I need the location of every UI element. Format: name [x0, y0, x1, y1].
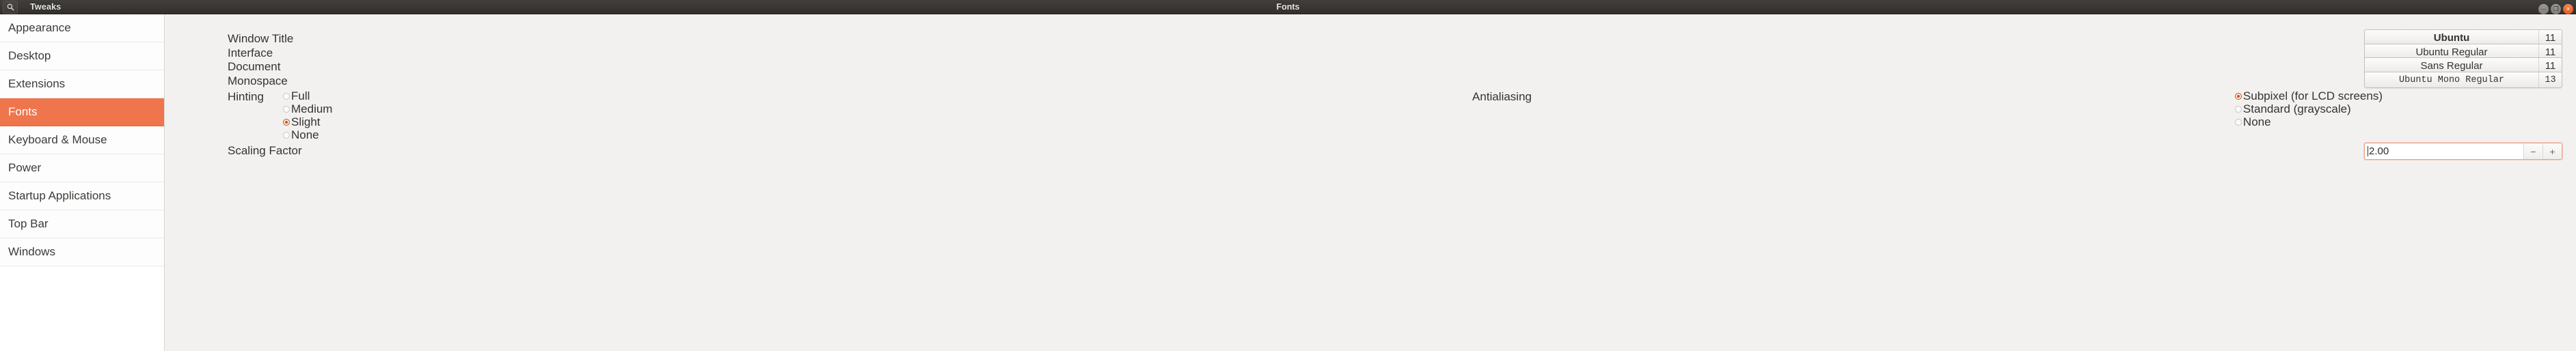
sidebar-item-power[interactable]: Power [0, 154, 164, 182]
sidebar-item-label: Fonts [8, 105, 38, 118]
sidebar-item-label: Keyboard & Mouse [8, 133, 107, 146]
scaling-factor-increment-button[interactable]: + [2543, 143, 2562, 159]
sidebar-item-label: Startup Applications [8, 189, 111, 202]
antialiasing-option-label: Subpixel (for LCD screens) [2242, 89, 2383, 102]
antialiasing-option-standard[interactable]: Standard (grayscale) [2234, 102, 2383, 115]
sidebar-item-label: Appearance [8, 21, 71, 34]
sidebar-item-startup-applications[interactable]: Startup Applications [0, 182, 164, 210]
radio-icon [283, 93, 290, 100]
document-font-name: Sans Regular [2420, 59, 2483, 72]
sidebar-item-desktop[interactable]: Desktop [0, 42, 164, 70]
window-title-row-label: Window Title [228, 32, 294, 45]
sidebar-item-label: Top Bar [8, 217, 49, 230]
scaling-factor-value: 2.00 [2369, 145, 2389, 157]
antialiasing-radio-group: Subpixel (for LCD screens) Standard (gra… [2234, 89, 2383, 129]
sidebar-item-extensions[interactable]: Extensions [0, 70, 164, 98]
sidebar-item-label: Desktop [8, 49, 51, 62]
app-name-label: Tweaks [30, 2, 62, 12]
window-controls: – ❐ × [2538, 0, 2573, 14]
scaling-factor-input[interactable]: 2.00 [2365, 143, 2523, 159]
scaling-factor-spinner[interactable]: 2.00 − + [2364, 143, 2562, 160]
hinting-option-none[interactable]: None [283, 128, 332, 141]
hinting-option-label: Full [291, 89, 310, 102]
document-font-size: 11 [2538, 58, 2562, 73]
titlebar: Tweaks Fonts – ❐ × [0, 0, 2576, 14]
minimize-button[interactable]: – [2538, 3, 2549, 14]
monospace-font-button[interactable]: Ubuntu Mono Regular 13 [2364, 72, 2562, 88]
sidebar-item-appearance[interactable]: Appearance [0, 14, 164, 42]
minimize-icon: – [2541, 5, 2545, 12]
document-row-label: Document [228, 60, 281, 73]
plus-icon: + [2549, 145, 2555, 157]
hinting-label: Hinting [228, 90, 264, 103]
antialiasing-label: Antialiasing [1472, 90, 1532, 103]
antialiasing-option-label: None [2242, 115, 2271, 128]
sidebar-item-windows[interactable]: Windows [0, 238, 164, 266]
titlebar-left-group: Tweaks [0, 0, 61, 14]
hinting-option-label: Medium [291, 102, 333, 115]
scaling-factor-decrement-button[interactable]: − [2523, 143, 2543, 159]
radio-icon [283, 132, 290, 139]
radio-icon [2234, 119, 2242, 126]
radio-icon [283, 106, 290, 113]
hinting-option-label: Slight [291, 115, 321, 128]
hinting-option-slight[interactable]: Slight [283, 115, 332, 128]
antialiasing-option-subpixel[interactable]: Subpixel (for LCD screens) [2234, 89, 2383, 102]
hinting-radio-group: Full Medium Slight None [283, 89, 333, 142]
hinting-option-medium[interactable]: Medium [283, 102, 333, 115]
sidebar-item-label: Power [8, 161, 42, 174]
tweaks-window: Tweaks Fonts – ❐ × Appearance Desktop Ex… [0, 0, 2576, 351]
radio-icon-selected [283, 119, 290, 126]
monospace-font-size: 13 [2538, 72, 2562, 87]
interface-row-label: Interface [228, 46, 273, 59]
radio-icon [2234, 106, 2242, 113]
sidebar-item-top-bar[interactable]: Top Bar [0, 210, 164, 238]
search-icon [7, 3, 14, 10]
antialiasing-option-none[interactable]: None [2234, 115, 2383, 128]
scaling-factor-label: Scaling Factor [228, 144, 302, 157]
close-button[interactable]: × [2563, 3, 2573, 14]
monospace-font-name: Ubuntu Mono Regular [2399, 74, 2504, 85]
window-title-label: Fonts [1276, 2, 1300, 12]
hinting-option-label: None [291, 128, 319, 141]
radio-icon-selected [2234, 93, 2242, 100]
sidebar-item-fonts[interactable]: Fonts [0, 98, 164, 126]
window-body: Appearance Desktop Extensions Fonts Keyb… [0, 14, 2576, 351]
maximize-icon: ❐ [2553, 5, 2559, 12]
hinting-option-full[interactable]: Full [283, 89, 332, 102]
sidebar-item-label: Windows [8, 245, 55, 258]
search-button[interactable] [3, 0, 18, 14]
close-icon: × [2566, 5, 2571, 12]
window-title-font-name: Ubuntu [2433, 31, 2470, 44]
maximize-button[interactable]: ❐ [2551, 3, 2561, 14]
sidebar-item-label: Extensions [8, 77, 66, 90]
monospace-row-label: Monospace [228, 74, 288, 87]
antialiasing-option-label: Standard (grayscale) [2242, 102, 2351, 115]
fonts-panel: Window Title Ubuntu 11 Interface Ubuntu … [165, 14, 2576, 351]
window-title-font-size: 11 [2538, 30, 2562, 45]
sidebar-item-keyboard-and-mouse[interactable]: Keyboard & Mouse [0, 126, 164, 154]
titlebar-center-group: Fonts [0, 0, 2576, 14]
minus-icon: − [2530, 145, 2536, 157]
sidebar: Appearance Desktop Extensions Fonts Keyb… [0, 14, 165, 351]
